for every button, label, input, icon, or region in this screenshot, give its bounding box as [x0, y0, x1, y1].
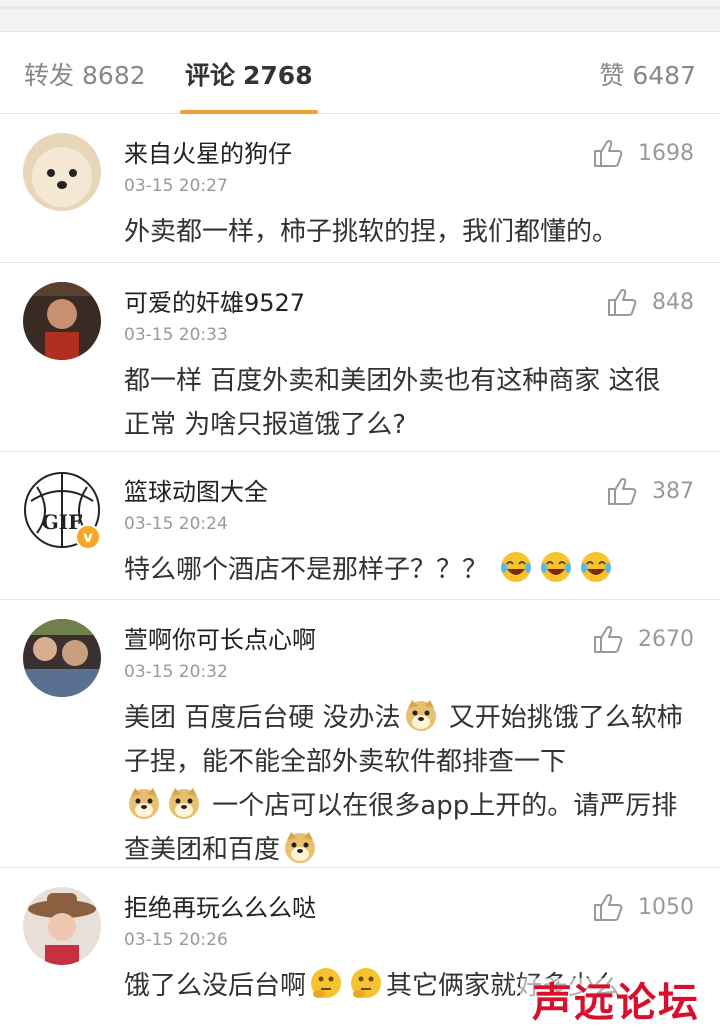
comment-text: 美团 百度后台硬 没办法 又开始挑饿了么软柿子捏，能不能全部外卖软件都排查一下 …	[124, 696, 684, 872]
username[interactable]: 萱啊你可长点心啊	[124, 620, 316, 655]
thinking-emoji	[349, 966, 383, 1000]
verified-badge-icon: v	[75, 524, 101, 550]
avatar[interactable]	[23, 619, 101, 697]
like-count: 848	[652, 289, 694, 315]
avatar[interactable]	[23, 282, 101, 360]
doge-emoji	[404, 698, 438, 732]
like-button[interactable]: 848	[606, 287, 694, 317]
watermark-logo: 声远论坛	[520, 978, 712, 1028]
tab-likes-label: 赞	[599, 61, 625, 90]
laughing-tears-emoji	[579, 550, 613, 584]
tab-comments-count: 2768	[243, 61, 313, 90]
username[interactable]: 拒绝再玩么么么哒	[124, 888, 316, 923]
comment-list: 来自火星的狗仔 03-15 20:27 1698 外卖都一样，柿子挑软的捏，我们…	[0, 114, 720, 1028]
like-count: 1050	[638, 894, 694, 920]
comment-text-part: 美团 百度后台硬 没办法	[124, 703, 401, 733]
comment-text-part: 一个店可以在很多app上开的。请严厉排查美团和百度	[124, 791, 678, 865]
avatar[interactable]	[23, 133, 101, 211]
doge-emoji	[283, 830, 317, 864]
username[interactable]: 来自火星的狗仔	[124, 134, 292, 169]
tab-reposts-count: 8682	[82, 61, 146, 90]
like-count: 387	[652, 478, 694, 504]
tab-reposts-label: 转发	[24, 61, 75, 90]
comment-item: 可爱的奸雄9527 03-15 20:33 848 都一样 百度外卖和美团外卖也…	[0, 263, 720, 452]
like-button[interactable]: 387	[606, 476, 694, 506]
comment-text: 都一样 百度外卖和美团外卖也有这种商家 这很正常 为啥只报道饿了么?	[124, 366, 661, 440]
doge-emoji	[167, 786, 201, 820]
tab-likes-count: 6487	[632, 61, 696, 90]
tab-reposts[interactable]: 转发 8682	[24, 56, 146, 92]
username[interactable]: 篮球动图大全	[124, 472, 268, 507]
like-count: 1698	[638, 140, 694, 166]
comment-text-content: 特么哪个酒店不是那样子？？？	[124, 555, 489, 585]
comment-time: 03-15 20:32	[124, 662, 228, 682]
thumbs-up-icon	[592, 624, 624, 654]
thumbs-up-icon	[592, 138, 624, 168]
tab-comments-label: 评论	[185, 61, 236, 90]
like-button[interactable]: 2670	[592, 624, 694, 654]
avatar[interactable]	[23, 887, 101, 965]
comment-text: 外卖都一样，柿子挑软的捏，我们都懂的。	[124, 217, 619, 247]
laughing-tears-emoji	[539, 550, 573, 584]
thumbs-up-icon	[606, 476, 638, 506]
like-button[interactable]: 1050	[592, 892, 694, 922]
tab-comments[interactable]: 评论 2768	[185, 56, 313, 92]
username[interactable]: 可爱的奸雄9527	[124, 283, 305, 318]
comment-item: GIF v 篮球动图大全 03-15 20:24 387 特么哪个酒店不是那样子…	[0, 452, 720, 600]
comment-time: 03-15 20:24	[124, 514, 228, 534]
laughing-tears-emoji	[499, 550, 533, 584]
tab-bar: 转发 8682 评论 2768 赞 6487	[0, 32, 720, 114]
comment-text: 特么哪个酒店不是那样子？？？	[124, 548, 684, 592]
comment-item: 萱啊你可长点心啊 03-15 20:32 2670 美团 百度后台硬 没办法 又…	[0, 600, 720, 868]
thumbs-up-icon	[592, 892, 624, 922]
like-count: 2670	[638, 626, 694, 652]
comment-time: 03-15 20:33	[124, 325, 228, 345]
doge-emoji	[127, 786, 161, 820]
thinking-emoji	[309, 966, 343, 1000]
tab-likes[interactable]: 赞 6487	[599, 56, 696, 92]
comment-text-part: 饿了么没后台啊	[124, 971, 307, 1001]
comment-time: 03-15 20:26	[124, 930, 228, 950]
comment-time: 03-15 20:27	[124, 176, 228, 196]
like-button[interactable]: 1698	[592, 138, 694, 168]
comment-item: 来自火星的狗仔 03-15 20:27 1698 外卖都一样，柿子挑软的捏，我们…	[0, 114, 720, 263]
thumbs-up-icon	[606, 287, 638, 317]
status-strip	[0, 0, 720, 32]
